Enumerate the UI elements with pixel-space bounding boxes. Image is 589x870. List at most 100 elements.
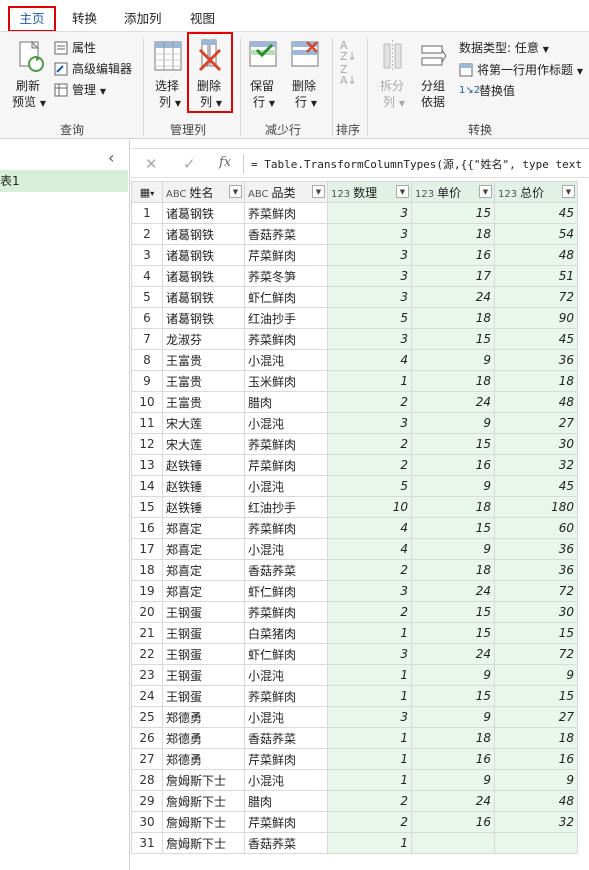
table-cell[interactable]: 32 xyxy=(494,811,578,833)
tab-view[interactable]: 视图 xyxy=(190,8,215,27)
table-cell[interactable]: 郑喜定 xyxy=(162,559,245,581)
table-cell[interactable]: 9 xyxy=(411,706,495,728)
table-cell[interactable]: 72 xyxy=(494,580,578,602)
table-cell[interactable]: 诸葛钢铁 xyxy=(162,307,245,329)
table-row[interactable]: 23 王钢蛋 小混沌 1 9 9 xyxy=(131,664,578,686)
column-header[interactable]: 123 数理 ▼ xyxy=(327,181,412,203)
table-cell[interactable]: 郑喜定 xyxy=(162,580,245,602)
table-cell[interactable]: 赵铁锤 xyxy=(162,454,245,476)
table-cell[interactable]: 王富贵 xyxy=(162,370,245,392)
table-cell[interactable]: 詹姆斯下士 xyxy=(162,811,245,833)
table-cell[interactable]: 荞菜冬笋 xyxy=(244,265,328,287)
table-cell[interactable]: 18 xyxy=(494,370,578,392)
table-cell[interactable]: 小混沌 xyxy=(244,412,328,434)
table-cell[interactable]: 9 xyxy=(494,664,578,686)
table-row[interactable]: 25 郑德勇 小混沌 3 9 27 xyxy=(131,706,578,728)
choose-columns-dropdown[interactable]: 列 ▼ xyxy=(159,94,181,112)
table-cell[interactable]: 24 xyxy=(411,580,495,602)
advanced-editor-button[interactable]: 高级编辑器 xyxy=(72,61,132,77)
table-cell[interactable]: 30 xyxy=(494,601,578,623)
table-cell[interactable]: 香菇荞菜 xyxy=(244,223,328,245)
table-cell[interactable]: 虾仁鲜肉 xyxy=(244,286,328,308)
table-row[interactable]: 5 诸葛钢铁 虾仁鲜肉 3 24 72 xyxy=(131,286,578,308)
group-by-button[interactable]: 分组 xyxy=(421,78,445,94)
table-cell[interactable]: 48 xyxy=(494,244,578,266)
table-cell[interactable] xyxy=(494,832,578,854)
table-cell[interactable]: 9 xyxy=(411,412,495,434)
table-cell[interactable]: 荞菜鲜肉 xyxy=(244,433,328,455)
table-row[interactable]: 14 赵铁锤 小混沌 5 9 45 xyxy=(131,475,578,497)
table-cell[interactable]: 王钢蛋 xyxy=(162,643,245,665)
column-header[interactable]: 123 单价 ▼ xyxy=(411,181,495,203)
table-row[interactable]: 24 王钢蛋 荞菜鲜肉 1 15 15 xyxy=(131,685,578,707)
column-filter-button[interactable]: ▼ xyxy=(312,185,325,198)
table-row[interactable]: 30 詹姆斯下士 芹菜鲜肉 2 16 32 xyxy=(131,811,578,833)
replace-values-button[interactable]: 替换值 xyxy=(479,83,515,99)
table-cell[interactable]: 45 xyxy=(494,202,578,224)
table-cell[interactable]: 腊肉 xyxy=(244,790,328,812)
table-cell[interactable]: 180 xyxy=(494,496,578,518)
table-cell[interactable]: 9 xyxy=(411,538,495,560)
table-row[interactable]: 2 诸葛钢铁 香菇荞菜 3 18 54 xyxy=(131,223,578,245)
table-cell[interactable]: 15 xyxy=(494,622,578,644)
refresh-preview-button[interactable]: 刷新 xyxy=(16,78,40,94)
table-cell[interactable]: 王钢蛋 xyxy=(162,664,245,686)
table-cell[interactable]: 3 xyxy=(327,643,412,665)
table-cell[interactable]: 荞菜鲜肉 xyxy=(244,601,328,623)
table-cell[interactable]: 24 xyxy=(411,391,495,413)
table-cell[interactable]: 小混沌 xyxy=(244,664,328,686)
table-cell[interactable]: 1 xyxy=(327,727,412,749)
table-cell[interactable]: 9 xyxy=(411,349,495,371)
table-cell[interactable]: 4 xyxy=(327,538,412,560)
table-cell[interactable]: 15 xyxy=(411,202,495,224)
table-cell[interactable]: 香菇荞菜 xyxy=(244,559,328,581)
remove-rows-dropdown[interactable]: 行 ▼ xyxy=(295,94,317,112)
table-cell[interactable]: 2 xyxy=(327,811,412,833)
table-cell[interactable]: 小混沌 xyxy=(244,769,328,791)
table-cell[interactable]: 王富贵 xyxy=(162,391,245,413)
column-filter-button[interactable]: ▼ xyxy=(396,185,409,198)
table-cell[interactable]: 3 xyxy=(327,244,412,266)
table-cell[interactable]: 17 xyxy=(411,265,495,287)
table-cell[interactable]: 郑德勇 xyxy=(162,748,245,770)
table-cell[interactable]: 詹姆斯下士 xyxy=(162,832,245,854)
table-cell[interactable]: 郑喜定 xyxy=(162,517,245,539)
table-cell[interactable]: 龙淑芬 xyxy=(162,328,245,350)
table-cell[interactable]: 9 xyxy=(411,769,495,791)
table-row[interactable]: 15 赵铁锤 红油抄手 10 18 180 xyxy=(131,496,578,518)
table-cell[interactable]: 芹菜鲜肉 xyxy=(244,748,328,770)
query-item[interactable]: 表1 xyxy=(0,170,128,192)
table-cell[interactable]: 3 xyxy=(327,265,412,287)
table-row[interactable]: 3 诸葛钢铁 芹菜鲜肉 3 16 48 xyxy=(131,244,578,266)
table-cell[interactable]: 15 xyxy=(411,601,495,623)
column-filter-button[interactable]: ▼ xyxy=(562,185,575,198)
table-row[interactable]: 19 郑喜定 虾仁鲜肉 3 24 72 xyxy=(131,580,578,602)
table-cell[interactable]: 小混沌 xyxy=(244,349,328,371)
table-cell[interactable]: 27 xyxy=(494,706,578,728)
sort-ascending-button[interactable]: A Z↓ xyxy=(340,40,357,62)
properties-button[interactable]: 属性 xyxy=(72,40,96,56)
tab-transform[interactable]: 转换 xyxy=(72,8,97,27)
table-row[interactable]: 28 詹姆斯下士 小混沌 1 9 9 xyxy=(131,769,578,791)
refresh-preview-dropdown[interactable]: 预览 ▼ xyxy=(12,94,46,112)
table-cell[interactable]: 诸葛钢铁 xyxy=(162,265,245,287)
table-cell[interactable]: 王钢蛋 xyxy=(162,601,245,623)
table-cell[interactable]: 90 xyxy=(494,307,578,329)
table-cell[interactable]: 3 xyxy=(327,580,412,602)
column-header[interactable]: ABC 品类 ▼ xyxy=(244,181,328,203)
formula-text[interactable]: = Table.TransformColumnTypes(源,{{"姓名", t… xyxy=(251,156,582,172)
table-row[interactable]: 29 詹姆斯下士 腊肉 2 24 48 xyxy=(131,790,578,812)
table-cell[interactable]: 54 xyxy=(494,223,578,245)
table-cell[interactable]: 36 xyxy=(494,559,578,581)
data-type-dropdown[interactable]: 数据类型: 任意 ▼ xyxy=(459,40,549,58)
tab-home[interactable]: 主页 xyxy=(8,6,56,32)
table-cell[interactable]: 诸葛钢铁 xyxy=(162,223,245,245)
table-cell[interactable]: 15 xyxy=(411,328,495,350)
table-cell[interactable]: 红油抄手 xyxy=(244,307,328,329)
table-cell[interactable]: 玉米鲜肉 xyxy=(244,370,328,392)
table-row[interactable]: 10 王富贵 腊肉 2 24 48 xyxy=(131,391,578,413)
table-cell[interactable]: 36 xyxy=(494,538,578,560)
collapse-pane-icon[interactable]: ‹ xyxy=(108,148,114,167)
table-cell[interactable]: 15 xyxy=(494,685,578,707)
table-cell[interactable]: 虾仁鲜肉 xyxy=(244,580,328,602)
